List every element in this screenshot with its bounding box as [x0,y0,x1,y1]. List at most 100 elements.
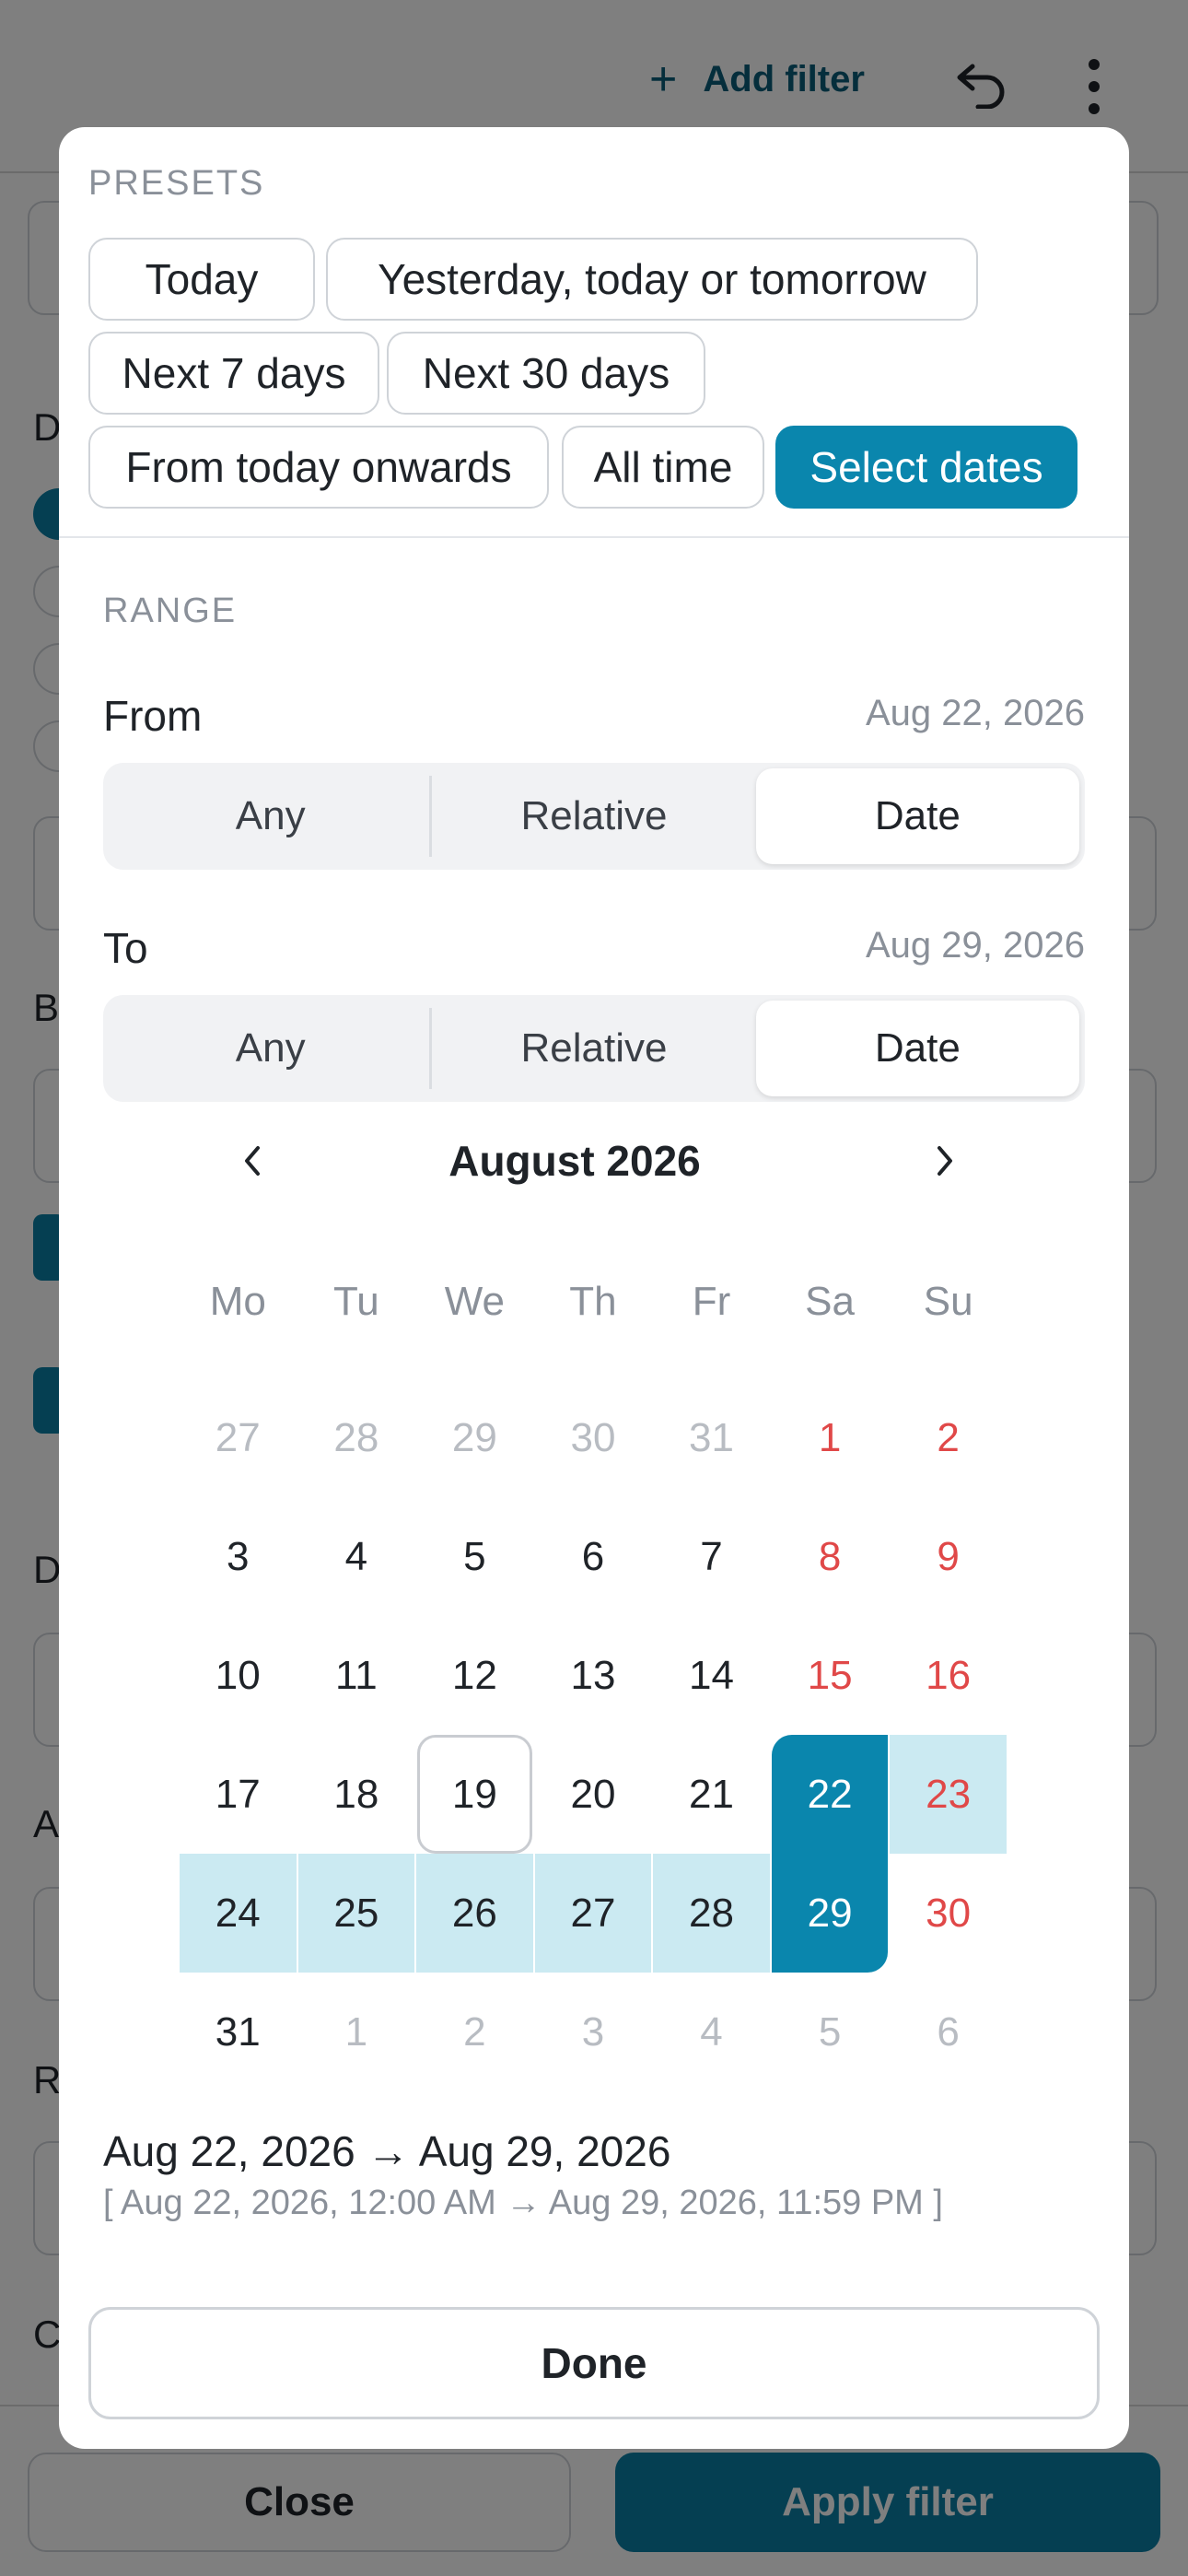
weekday-label: Tu [332,1279,379,1324]
calendar-day[interactable]: 20 [534,1735,653,1854]
calendar-day-number: 19 [451,1771,497,1817]
calendar-day-number: 23 [926,1771,972,1817]
calendar-grid: 27 28 29 30 31 1 2 3 4 5 6 7 8 9 10 11 12 13 14 15 16 17 18 19 2… [179,1378,1007,2091]
range-label: RANGE [103,591,238,630]
calendar-day-number: 12 [451,1652,497,1698]
section-divider [59,536,1129,538]
calendar-day[interactable]: 7 [652,1497,771,1616]
calendar-day-number: 6 [581,1533,605,1579]
calendar-day-number: 6 [937,2008,960,2055]
calendar-day: 27 [179,1378,297,1497]
preset-select-dates[interactable]: Select dates [775,426,1077,509]
calendar-day[interactable]: 27 [534,1854,653,1973]
calendar-day: 6 [889,1973,1007,2091]
to-option-date[interactable]: Date [755,1001,1079,1096]
calendar-day[interactable]: 16 [889,1616,1007,1735]
preset-all-time[interactable]: All time [562,426,764,509]
calendar-day[interactable]: 4 [297,1497,416,1616]
calendar-day[interactable]: 31 [179,1973,297,2091]
calendar-day-number: 1 [818,1414,842,1460]
calendar-month-title: August 2026 [448,1137,701,1185]
calendar-day[interactable]: 9 [889,1497,1007,1616]
calendar-day-number: 30 [570,1414,616,1460]
preset-next-30-days[interactable]: Next 30 days [387,332,705,415]
calendar-day-number: 31 [689,1414,734,1460]
calendar-day: 3 [534,1973,653,2091]
to-option-any[interactable]: Any [109,1001,433,1096]
chevron-left-icon [245,1146,260,1176]
calendar-day[interactable]: 17 [179,1735,297,1854]
preset-yesterday-today-tomorrow[interactable]: Yesterday, today or tomorrow [326,238,978,321]
weekday-label: We [444,1279,506,1324]
to-option-relative[interactable]: Relative [432,1001,755,1096]
calendar-day: 2 [415,1973,534,2091]
preset-today[interactable]: Today [88,238,315,321]
from-option-date[interactable]: Date [755,768,1079,864]
calendar-day[interactable]: 30 [889,1854,1007,1973]
weekday-label: Sa [805,1279,855,1324]
calendar-day: 31 [652,1378,771,1497]
calendar-day[interactable]: 24 [179,1854,297,1973]
next-month-button[interactable] [917,1124,973,1198]
calendar-day-number: 2 [937,1414,960,1460]
weekday-header: Mo Tu We Th Fr Sa Su [179,1270,1007,1334]
calendar-day[interactable]: 19 [415,1735,534,1854]
calendar-day-number: 8 [818,1533,842,1579]
calendar-day-number: 15 [807,1652,853,1698]
previous-month-button[interactable] [225,1124,280,1198]
preset-from-today-onwards[interactable]: From today onwards [88,426,549,509]
calendar-day[interactable]: 1 [771,1378,890,1497]
calendar-day-number: 4 [344,1533,368,1579]
calendar-day: 5 [771,1973,890,2091]
calendar-day-number: 9 [937,1533,960,1579]
calendar-day[interactable]: 18 [297,1735,416,1854]
calendar-day[interactable]: 10 [179,1616,297,1735]
calendar-day[interactable]: 23 [889,1735,1007,1854]
calendar-day-number: 29 [807,1890,853,1936]
calendar-day-number: 20 [570,1771,616,1817]
calendar-day[interactable]: 3 [179,1497,297,1616]
calendar-day[interactable]: 13 [534,1616,653,1735]
calendar-day[interactable]: 25 [297,1854,416,1973]
calendar-day: 4 [652,1973,771,2091]
calendar-day[interactable]: 15 [771,1616,890,1735]
calendar-day: 30 [534,1378,653,1497]
to-value: Aug 29, 2026 [866,925,1085,966]
calendar-day[interactable]: 21 [652,1735,771,1854]
chevron-right-icon [938,1146,952,1176]
calendar-day-number: 29 [451,1414,497,1460]
calendar-day-number: 14 [689,1652,734,1698]
calendar-day-number: 26 [451,1890,497,1936]
calendar-day[interactable]: 6 [534,1497,653,1616]
done-button[interactable]: Done [88,2307,1100,2419]
calendar-day[interactable]: 22 [771,1735,890,1854]
from-option-any[interactable]: Any [109,768,433,864]
calendar-day-number: 1 [344,2008,368,2055]
weekday-label: Su [923,1279,973,1324]
calendar-day[interactable]: 26 [415,1854,534,1973]
calendar-day: 28 [297,1378,416,1497]
preset-next-7-days[interactable]: Next 7 days [88,332,379,415]
calendar-day[interactable]: 2 [889,1378,1007,1497]
calendar-day-number: 5 [463,1533,486,1579]
from-option-relative[interactable]: Relative [432,768,755,864]
calendar-day[interactable]: 11 [297,1616,416,1735]
calendar-day-number: 22 [807,1771,853,1817]
calendar-day: 29 [415,1378,534,1497]
calendar-day-number: 30 [926,1890,972,1936]
calendar-day-number: 7 [700,1533,723,1579]
to-mode-selector: Any Relative Date [103,995,1085,1102]
calendar-day[interactable]: 29 [771,1854,890,1973]
calendar-day[interactable]: 8 [771,1497,890,1616]
calendar-day-number: 27 [215,1414,261,1460]
calendar-day-number: 4 [700,2008,723,2055]
calendar-day-number: 3 [227,1533,250,1579]
calendar-day[interactable]: 28 [652,1854,771,1973]
calendar-day-number: 28 [689,1890,734,1936]
calendar-day[interactable]: 14 [652,1616,771,1735]
calendar-day-number: 5 [818,2008,842,2055]
calendar-day[interactable]: 12 [415,1616,534,1735]
calendar-day[interactable]: 5 [415,1497,534,1616]
calendar-day-number: 24 [215,1890,261,1936]
calendar-day: 1 [297,1973,416,2091]
